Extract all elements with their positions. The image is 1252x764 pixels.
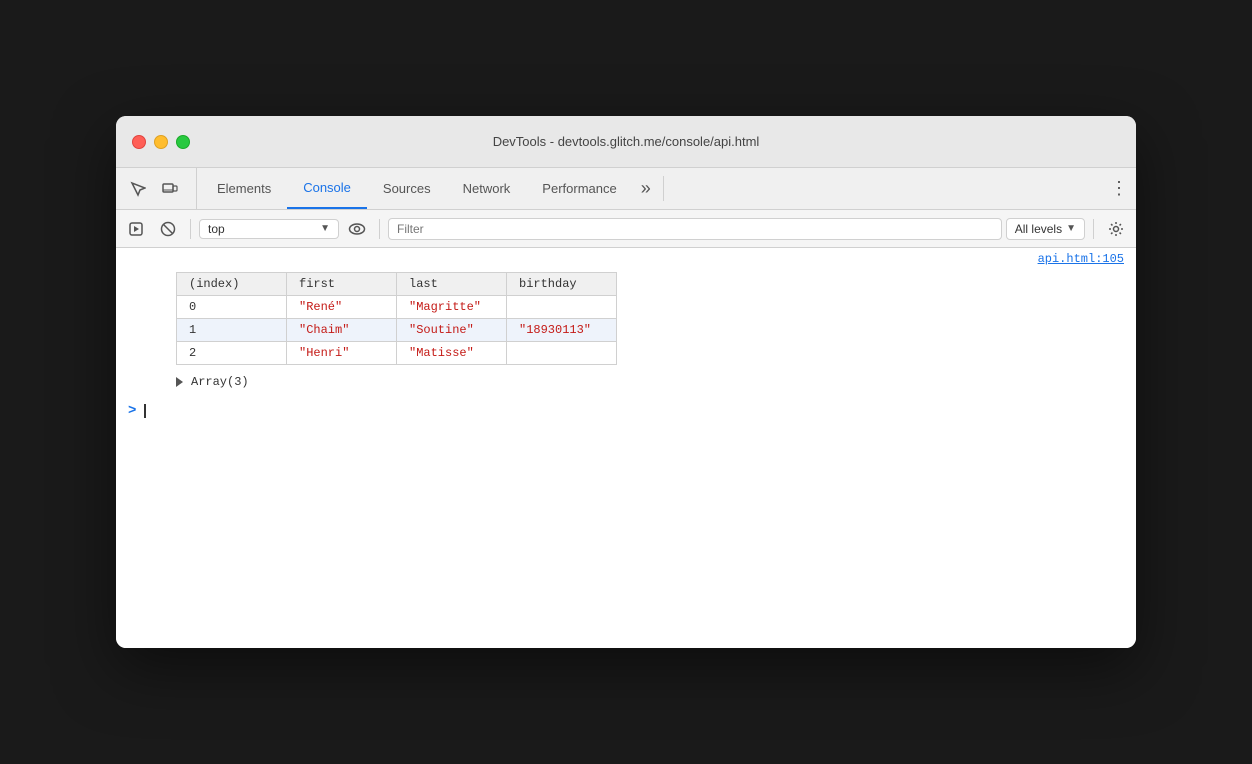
cell-index: 1 <box>177 319 287 342</box>
minimize-button[interactable] <box>154 135 168 149</box>
console-settings-button[interactable] <box>1102 215 1130 243</box>
expand-arrow-icon <box>176 377 183 387</box>
context-selector[interactable]: top ▼ <box>199 219 339 239</box>
devtools-window: DevTools - devtools.glitch.me/console/ap… <box>116 116 1136 648</box>
execute-button[interactable] <box>122 215 150 243</box>
col-header-birthday: birthday <box>507 273 617 296</box>
filter-input[interactable] <box>388 218 1002 240</box>
array-expand-button[interactable]: Array(3) <box>116 369 1136 395</box>
col-header-last: last <box>397 273 507 296</box>
cell-first: "Henri" <box>287 342 397 365</box>
cell-first: "Chaim" <box>287 319 397 342</box>
clear-console-button[interactable] <box>154 215 182 243</box>
table-row: 2 "Henri" "Matisse" <box>177 342 617 365</box>
tab-sources[interactable]: Sources <box>367 168 447 209</box>
window-title: DevTools - devtools.glitch.me/console/ap… <box>493 134 760 149</box>
table-row: 1 "Chaim" "Soutine" "18930113" <box>177 319 617 342</box>
device-icon[interactable] <box>156 175 184 203</box>
traffic-lights <box>132 135 190 149</box>
console-table: (index) first last birthday 0 "René" "Ma… <box>176 272 617 365</box>
col-header-index: (index) <box>177 273 287 296</box>
more-tabs-button[interactable]: » <box>633 168 659 209</box>
source-reference[interactable]: api.html:105 <box>116 248 1136 268</box>
cell-first: "René" <box>287 296 397 319</box>
col-header-first: first <box>287 273 397 296</box>
cell-last: "Magritte" <box>397 296 507 319</box>
close-button[interactable] <box>132 135 146 149</box>
array-label: Array(3) <box>191 375 249 389</box>
console-cursor <box>144 404 146 418</box>
cell-last: "Matisse" <box>397 342 507 365</box>
tab-bar: Elements Console Sources Network Perform… <box>116 168 1136 210</box>
live-expression-button[interactable] <box>343 215 371 243</box>
tab-elements[interactable]: Elements <box>201 168 287 209</box>
maximize-button[interactable] <box>176 135 190 149</box>
log-levels-button[interactable]: All levels ▼ <box>1006 218 1085 240</box>
console-prompt-icon: > <box>128 403 136 419</box>
cell-index: 2 <box>177 342 287 365</box>
tab-performance[interactable]: Performance <box>526 168 632 209</box>
cell-birthday: "18930113" <box>507 319 617 342</box>
toolbar-separator-2 <box>379 219 380 239</box>
title-bar: DevTools - devtools.glitch.me/console/ap… <box>116 116 1136 168</box>
console-content: api.html:105 (index) first last birthday… <box>116 248 1136 648</box>
console-input-row: > <box>116 395 1136 427</box>
toolbar-separator-1 <box>190 219 191 239</box>
cell-index: 0 <box>177 296 287 319</box>
cell-birthday <box>507 296 617 319</box>
console-toolbar: top ▼ All levels ▼ <box>116 210 1136 248</box>
toolbar-separator-3 <box>1093 219 1094 239</box>
devtools-icons <box>124 168 197 209</box>
tab-network[interactable]: Network <box>447 168 527 209</box>
cell-birthday <box>507 342 617 365</box>
table-row: 0 "René" "Magritte" <box>177 296 617 319</box>
tab-divider <box>663 176 664 201</box>
tab-console[interactable]: Console <box>287 168 367 209</box>
devtools-menu-button[interactable]: ⋮ <box>1102 168 1136 209</box>
cell-last: "Soutine" <box>397 319 507 342</box>
inspect-icon[interactable] <box>124 175 152 203</box>
table-header-row: (index) first last birthday <box>177 273 617 296</box>
